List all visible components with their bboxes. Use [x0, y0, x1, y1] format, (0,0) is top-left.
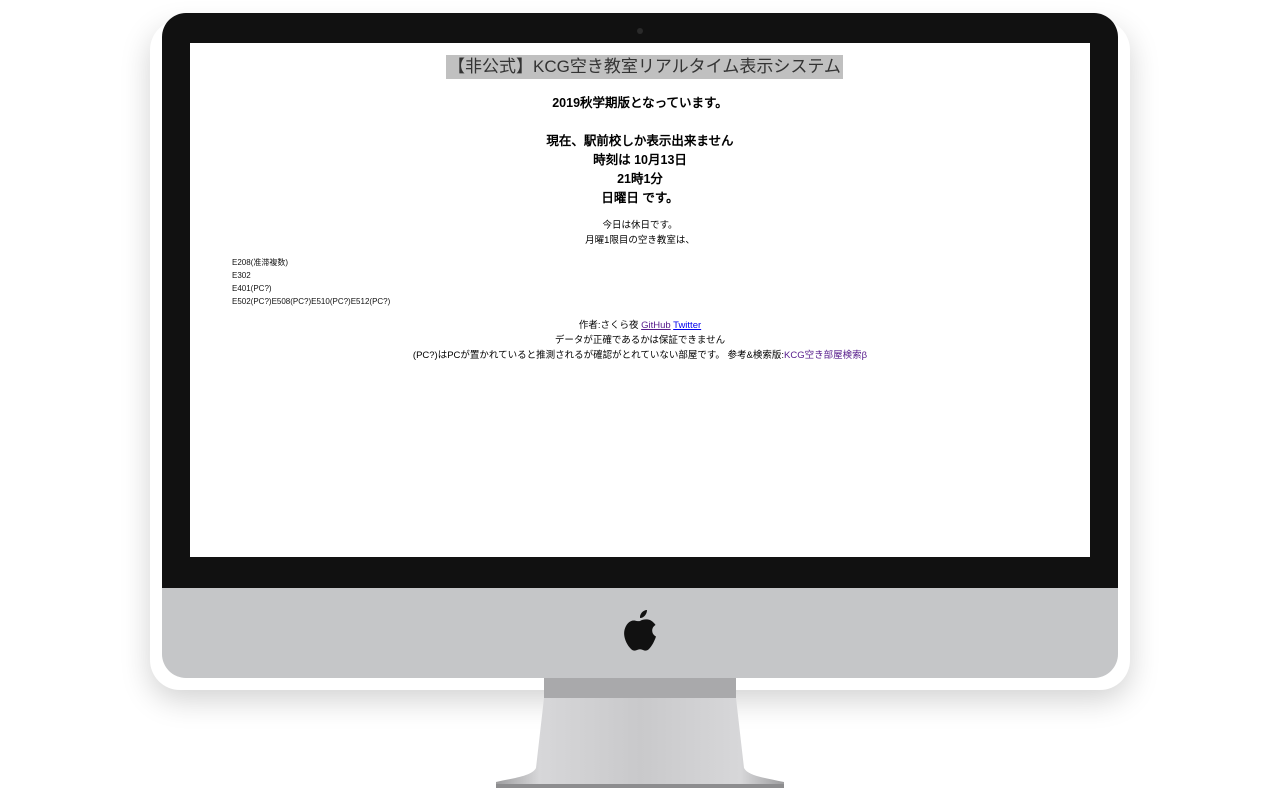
- stand-base: [496, 698, 784, 788]
- github-link[interactable]: GitHub: [641, 320, 671, 331]
- current-weekday: 日曜日 です。: [601, 191, 679, 205]
- imac-mockup: 【非公式】KCG空き教室リアルタイム表示システム 2019秋学期版となっています…: [0, 0, 1280, 800]
- page-title: 【非公式】KCG空き教室リアルタイム表示システム: [446, 55, 843, 79]
- period-note: 月曜1限目の空き教室は、: [585, 235, 695, 246]
- room-list: E208(准滞複数) E302 E401(PC?) E502(PC?)E508(…: [232, 256, 390, 308]
- browser-viewport: 【非公式】KCG空き教室リアルタイム表示システム 2019秋学期版となっています…: [190, 43, 1090, 557]
- version-note: 2019秋学期版となっています。: [552, 96, 728, 110]
- stand-neck: [544, 678, 736, 700]
- author-line: 作者:さくら夜 GitHub Twitter: [190, 317, 1090, 331]
- campus-note: 現在、駅前校しか表示出来ません: [546, 134, 734, 148]
- current-time: 21時1分: [617, 172, 663, 186]
- room-item: E208(准滞複数): [232, 258, 289, 267]
- current-date: 時刻は 10月13日: [593, 153, 687, 167]
- apple-logo-icon: [624, 610, 656, 651]
- author-prefix: 作者:さくら夜: [578, 320, 639, 331]
- room-item: E302: [232, 271, 251, 280]
- pc-note: (PC?)はPCが置かれていると推測されるが確認がとれていない部屋です。 参考&…: [412, 350, 785, 361]
- room-item: E502(PC?)E508(PC?)E510(PC?)E512(PC?): [232, 297, 391, 306]
- twitter-link[interactable]: Twitter: [673, 320, 701, 331]
- pc-note-line: (PC?)はPCが置かれていると推測されるが確認がとれていない部屋です。 参考&…: [190, 347, 1090, 361]
- holiday-note: 今日は休日です。: [602, 220, 678, 231]
- room-item: E401(PC?): [232, 284, 272, 293]
- camera-icon: [637, 28, 643, 34]
- accuracy-note: データが正確であるかは保証できません: [554, 335, 726, 346]
- search-version-link[interactable]: KCG空き部屋検索β: [784, 350, 867, 361]
